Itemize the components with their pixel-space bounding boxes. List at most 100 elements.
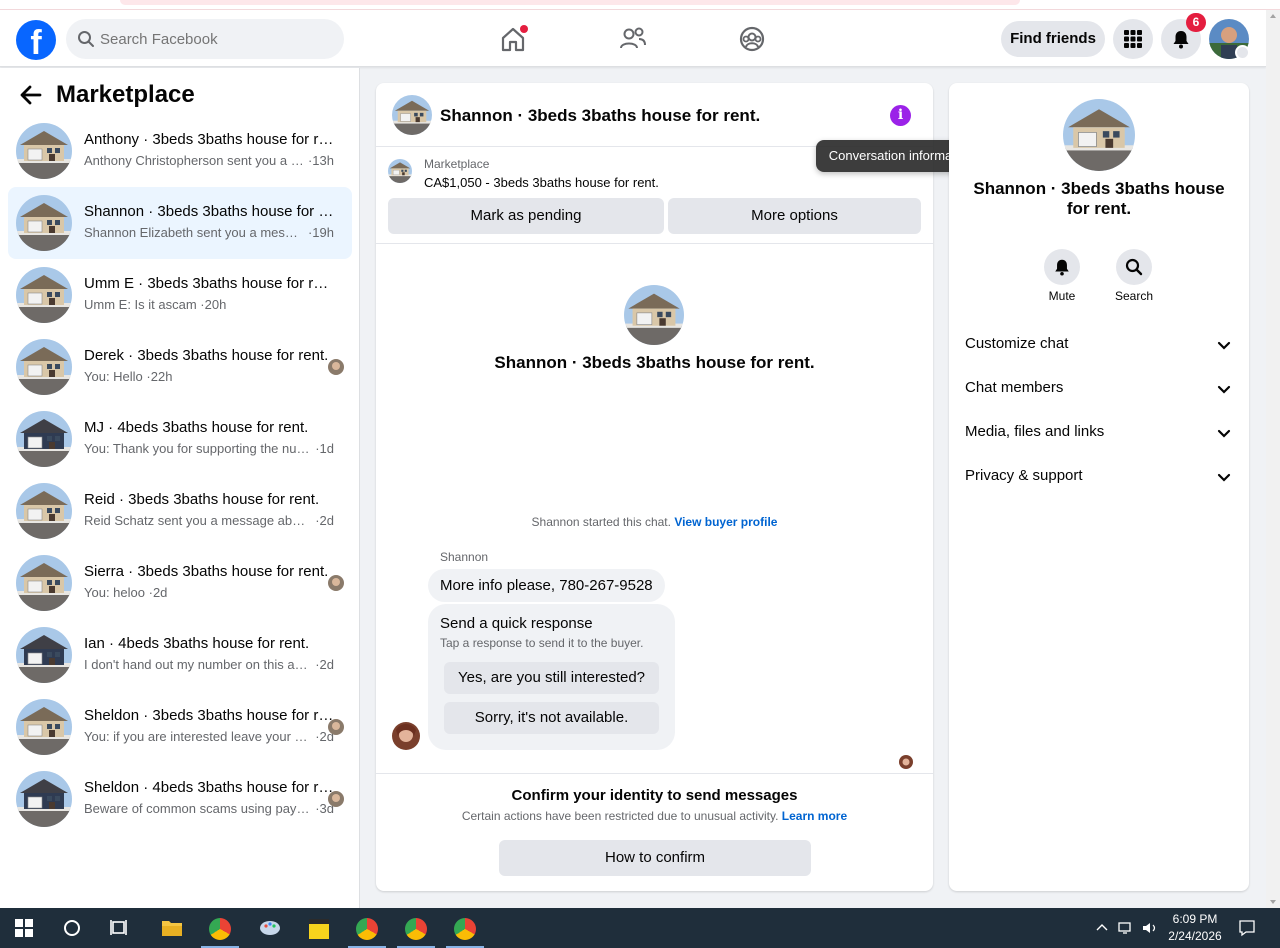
info-icon[interactable]: i <box>890 105 911 126</box>
conversation-title: Umm E · 3beds 3baths house for rent. <box>84 275 334 292</box>
more-options-button[interactable]: More options <box>668 198 921 234</box>
listing-large-thumbnail <box>624 285 684 345</box>
chrome-profile-1-button[interactable] <box>196 908 244 948</box>
account-chevron-icon[interactable] <box>1235 45 1250 60</box>
conversation-title: Sheldon · 3beds 3baths house for rent. <box>84 707 334 724</box>
conversation-item[interactable]: Shannon · 3beds 3baths house for rent. Sh… <box>8 187 352 259</box>
groups-icon <box>739 26 765 52</box>
action-center-icon[interactable] <box>1238 919 1256 937</box>
chevron-down-icon <box>1217 429 1231 438</box>
groups-nav-button[interactable] <box>737 24 767 54</box>
message-bubble[interactable]: More info please, 780-267-9528 <box>428 569 665 602</box>
conversation-preview: Reid Schatz sent you a message about you… <box>84 513 334 528</box>
message-time: ·13h <box>304 153 334 168</box>
message-snippet: Beware of common scams using payment app… <box>84 801 312 816</box>
quick-reply-interested-button[interactable]: Yes, are you still interested? <box>444 662 659 694</box>
chrome-icon <box>356 918 378 940</box>
chrome-icon <box>454 918 476 940</box>
sticky-note-icon <box>309 919 329 939</box>
chat-intro-title: Shannon · 3beds 3baths house for rent. <box>494 353 815 372</box>
conversation-item[interactable]: Derek · 3beds 3baths house for rent. You:… <box>8 331 352 403</box>
cortana-button[interactable] <box>48 908 96 948</box>
listing-thumbnail[interactable] <box>392 95 432 135</box>
quick-reply-unavailable-button[interactable]: Sorry, it's not available. <box>444 702 659 734</box>
conversation-item[interactable]: Sheldon · 4beds 3baths house for rent. Be… <box>8 763 352 835</box>
mark-as-pending-button[interactable]: Mark as pending <box>388 198 664 234</box>
message-time: ·2d <box>311 513 334 528</box>
conversation-title: Anthony · 3beds 3baths house for rent. <box>84 131 334 148</box>
participant-mini-avatar <box>328 791 344 807</box>
conversation-title: Ian · 4beds 3baths house for rent. <box>84 635 310 652</box>
message-snippet: Reid Schatz sent you a message about you… <box>84 513 312 528</box>
find-friends-button[interactable]: Find friends <box>1001 21 1105 57</box>
quick-response-title: Send a quick response <box>440 615 593 632</box>
windows-taskbar: 6:09 PM 2/24/2026 <box>0 908 1280 948</box>
section-label: Customize chat <box>965 335 1069 352</box>
friends-nav-button[interactable] <box>618 24 648 54</box>
media-files-links-section[interactable]: Media, files and links <box>965 423 1233 447</box>
learn-more-link[interactable]: Learn more <box>782 809 847 823</box>
conversation-item[interactable]: Sierra · 3beds 3baths house for rent. You… <box>8 547 352 619</box>
home-nav-button[interactable] <box>498 24 528 54</box>
sender-avatar[interactable] <box>392 722 420 750</box>
message-time: ·19h <box>304 225 334 240</box>
conversation-item[interactable]: Umm E · 3beds 3baths house for rent. Umm … <box>8 259 352 331</box>
page-title: Marketplace <box>56 81 195 108</box>
message-time: ·2d <box>311 657 334 672</box>
page-scrollbar[interactable] <box>1266 10 1280 908</box>
restriction-text: Certain actions have been restricted due… <box>461 809 779 823</box>
task-view-button[interactable] <box>96 908 144 948</box>
quick-response-card: Send a quick response Tap a response to … <box>428 604 675 750</box>
listing-thumbnail <box>16 555 72 611</box>
chrome-profile-3-button[interactable] <box>392 908 440 948</box>
chat-title[interactable]: Shannon · 3beds 3baths house for rent. <box>440 106 760 126</box>
menu-button[interactable] <box>1113 19 1153 59</box>
privacy-support-section[interactable]: Privacy & support <box>965 467 1233 491</box>
file-explorer-button[interactable] <box>147 908 195 948</box>
conversation-item[interactable]: MJ · 4beds 3baths house for rent. You: Th… <box>8 403 352 475</box>
conversation-title: Reid · 3beds 3baths house for rent. <box>84 491 320 508</box>
search-input[interactable] <box>100 19 330 59</box>
chrome-profile-2-button[interactable] <box>343 908 391 948</box>
section-label: Privacy & support <box>965 467 1083 484</box>
quick-response-subtitle: Tap a response to send it to the buyer. <box>440 636 644 650</box>
message-time: ·20h <box>196 297 227 312</box>
system-clock[interactable]: 6:09 PM 2/24/2026 <box>1160 911 1230 945</box>
info-listing-thumbnail <box>1063 99 1135 171</box>
notification-count-badge: 6 <box>1186 13 1206 32</box>
conversation-preview: Beware of common scams using payment app… <box>84 801 334 816</box>
started-text: Shannon started this chat. <box>531 515 671 529</box>
conversation-preview: You: Thank you for supporting the number… <box>84 441 334 456</box>
mute-action[interactable]: Mute <box>1037 249 1087 303</box>
conversation-item[interactable]: Reid · 3beds 3baths house for rent. Reid … <box>8 475 352 547</box>
listing-price: CA$1,050 - 3beds 3baths house for rent. <box>424 175 659 190</box>
search-box[interactable] <box>66 19 344 59</box>
bell-icon <box>1055 259 1069 276</box>
chrome-profile-4-button[interactable] <box>441 908 489 948</box>
message-time: ·2d <box>144 585 168 600</box>
sticky-notes-button[interactable] <box>294 908 342 948</box>
windows-logo-icon <box>15 919 33 937</box>
search-action[interactable]: Search <box>1109 249 1159 303</box>
message-snippet: Umm E: Is it ascam <box>84 297 197 312</box>
chat-members-section[interactable]: Chat members <box>965 379 1233 403</box>
chevron-down-icon <box>1217 473 1231 482</box>
conversation-item[interactable]: Ian · 4beds 3baths house for rent. I don'… <box>8 619 352 691</box>
view-buyer-profile-link[interactable]: View buyer profile <box>674 515 777 529</box>
chrome-icon <box>405 918 427 940</box>
listing-thumbnail <box>16 411 72 467</box>
volume-icon[interactable] <box>1142 921 1158 935</box>
participant-mini-avatar <box>328 359 344 375</box>
facebook-logo[interactable]: f <box>16 20 56 60</box>
chevron-up-icon[interactable] <box>1096 922 1108 934</box>
listing-thumbnail <box>16 483 72 539</box>
start-button[interactable] <box>0 908 48 948</box>
customize-chat-section[interactable]: Customize chat <box>965 335 1233 359</box>
conversation-item[interactable]: Anthony · 3beds 3baths house for rent. An… <box>8 115 352 187</box>
back-arrow-icon[interactable] <box>20 84 42 106</box>
network-icon[interactable] <box>1118 921 1136 935</box>
conversation-item[interactable]: Sheldon · 3beds 3baths house for rent. Yo… <box>8 691 352 763</box>
info-title: Shannon · 3beds 3baths house for rent. <box>973 179 1225 218</box>
how-to-confirm-button[interactable]: How to confirm <box>499 840 811 876</box>
paint-app-button[interactable] <box>245 908 293 948</box>
